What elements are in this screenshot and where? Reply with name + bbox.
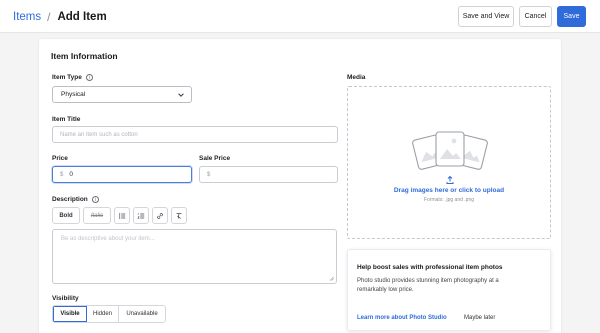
numbered-list-icon: [137, 212, 145, 219]
price-value: 0: [69, 171, 73, 178]
save-button[interactable]: Save: [557, 6, 586, 27]
promo-body: Photo studio provides stunning item phot…: [357, 278, 499, 293]
cancel-button[interactable]: Cancel: [519, 6, 552, 27]
photos-illustration-icon: [412, 131, 488, 170]
chevron-down-icon: [178, 93, 184, 97]
breadcrumb-separator: /: [47, 10, 51, 24]
sale-price-currency-prefix: $: [207, 171, 211, 178]
visibility-label: Visibility: [52, 295, 79, 302]
description-textarea[interactable]: Be as descriptive about your item...: [52, 229, 337, 284]
link-icon: [157, 212, 163, 219]
item-type-value: Physical: [61, 91, 86, 98]
visibility-option-unavailable[interactable]: Unavailable: [119, 306, 165, 322]
upload-icon: [446, 175, 454, 184]
breadcrumb: Items / Add Item: [13, 10, 107, 24]
description-placeholder: Be as descriptive about your item...: [61, 236, 155, 242]
section-title: Item Information: [51, 51, 118, 61]
item-type-label-text: Item Type: [52, 74, 82, 81]
page-title: Add Item: [57, 11, 107, 23]
sale-price-input[interactable]: $: [199, 166, 338, 183]
description-label: Description i: [52, 196, 99, 203]
price-currency-prefix: $: [60, 171, 64, 178]
sale-price-label: Sale Price: [199, 155, 231, 162]
learn-more-photo-studio-link[interactable]: Learn more about Photo Studio: [357, 315, 447, 321]
resize-grip-icon[interactable]: [329, 276, 334, 281]
media-dropzone[interactable]: Drag images here or click to upload Form…: [347, 86, 551, 239]
price-label: Price: [52, 155, 68, 162]
visibility-segmented-control: Visible Hidden Unavailable: [52, 305, 166, 323]
item-title-input[interactable]: Name an item such as cotton: [52, 126, 338, 143]
info-icon[interactable]: i: [91, 196, 99, 203]
save-and-view-button[interactable]: Save and View: [458, 6, 514, 27]
bullet-list-icon: [118, 212, 126, 219]
info-icon[interactable]: i: [85, 74, 93, 81]
visibility-option-hidden[interactable]: Hidden: [87, 306, 119, 322]
clear-format-button[interactable]: [171, 207, 187, 224]
item-information-card: Item Information Item Type i Physical It…: [38, 38, 562, 333]
media-label: Media: [347, 74, 366, 81]
item-type-label: Item Type i: [52, 74, 93, 81]
photo-studio-promo-card: Help boost sales with professional item …: [347, 249, 551, 331]
visibility-option-visible[interactable]: Visible: [53, 306, 87, 322]
italic-button[interactable]: Italic: [83, 207, 111, 224]
dropzone-upload-text[interactable]: Drag images here or click to upload: [348, 187, 550, 194]
bullet-list-button[interactable]: [114, 207, 130, 224]
dropzone-formats-text: Formats: .jpg and .png: [423, 197, 475, 203]
promo-title: Help boost sales with professional item …: [357, 264, 503, 271]
numbered-list-button[interactable]: [133, 207, 149, 224]
bold-button[interactable]: Bold: [52, 207, 80, 224]
item-type-select[interactable]: Physical: [52, 86, 192, 103]
clear-format-icon: [176, 212, 182, 219]
price-input[interactable]: $ 0: [52, 166, 192, 183]
description-label-text: Description: [52, 196, 88, 203]
link-button[interactable]: [152, 207, 168, 224]
top-bar: Items / Add Item Save and View Cancel Sa…: [0, 0, 600, 33]
item-title-label: Item Title: [52, 116, 81, 123]
item-title-placeholder: Name an item such as cotton: [60, 131, 138, 138]
breadcrumb-items-link[interactable]: Items: [13, 11, 41, 23]
description-toolbar: Bold Italic: [52, 207, 187, 224]
maybe-later-button[interactable]: Maybe later: [464, 315, 495, 321]
